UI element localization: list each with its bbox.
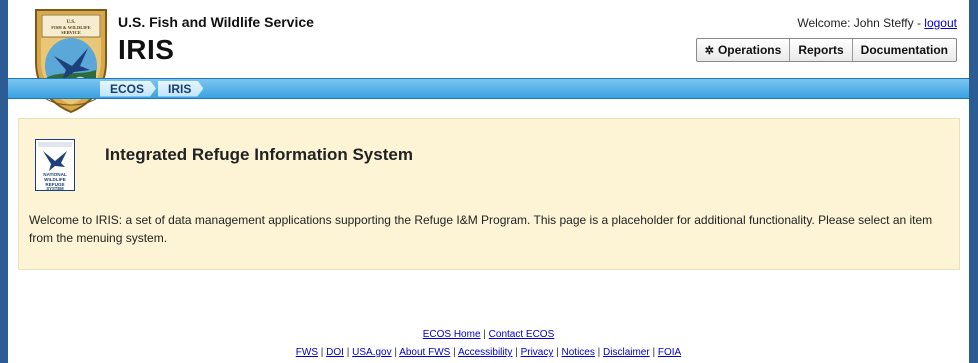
footer-link-usa-gov[interactable]: USA.gov: [352, 347, 391, 358]
documentation-menu-button[interactable]: Documentation: [851, 39, 956, 61]
footer-link-contact-ecos[interactable]: Contact ECOS: [489, 329, 555, 340]
breadcrumb-item-iris[interactable]: IRIS: [158, 81, 203, 97]
operations-label: Operations: [717, 43, 782, 57]
operations-menu-button[interactable]: ✲ Operations: [697, 39, 790, 61]
footer-link-disclaimer[interactable]: Disclaimer: [603, 347, 650, 358]
footer-link-about-fws[interactable]: About FWS: [399, 347, 450, 358]
footer: ECOS Home | Contact ECOS FWS | DOI | USA…: [8, 326, 969, 362]
reports-menu-button[interactable]: Reports: [789, 39, 851, 61]
nwrs-logo-icon: NATIONAL WILDLIFE REFUGE SYSTEM: [35, 139, 75, 191]
page-title: Integrated Refuge Information System: [105, 145, 413, 164]
svg-text:SERVICE: SERVICE: [61, 30, 81, 35]
breadcrumb-band: ECOS IRIS: [8, 78, 969, 99]
gear-icon: ✲: [704, 44, 714, 57]
breadcrumb: ECOS IRIS: [100, 80, 205, 97]
footer-link-fws[interactable]: FWS: [296, 347, 318, 358]
footer-link-foia[interactable]: FOIA: [658, 347, 681, 358]
welcome-text: Welcome: John Steffy -: [797, 16, 925, 30]
svg-text:SYSTEM: SYSTEM: [46, 186, 64, 191]
content-panel: NATIONAL WILDLIFE REFUGE SYSTEM Integrat…: [18, 118, 960, 270]
footer-row-primary: ECOS Home | Contact ECOS: [422, 329, 555, 340]
app-title: IRIS: [118, 34, 175, 65]
welcome-bar: Welcome: John Steffy - logout: [797, 16, 957, 30]
reports-label: Reports: [798, 43, 844, 57]
footer-link-doi[interactable]: DOI: [326, 347, 344, 358]
footer-link-privacy[interactable]: Privacy: [521, 347, 554, 358]
documentation-label: Documentation: [860, 43, 948, 57]
footer-link-ecos-home[interactable]: ECOS Home: [423, 329, 481, 340]
logout-link[interactable]: logout: [924, 16, 957, 30]
footer-link-notices[interactable]: Notices: [562, 347, 595, 358]
main-menu: ✲ Operations Reports Documentation: [695, 38, 957, 62]
intro-text: Welcome to IRIS: a set of data managemen…: [29, 213, 933, 245]
agency-name: U.S. Fish and Wildlife Service: [118, 14, 314, 30]
footer-link-accessibility[interactable]: Accessibility: [458, 347, 512, 358]
footer-row-secondary: FWS | DOI | USA.gov | About FWS | Access…: [295, 347, 682, 358]
breadcrumb-item-ecos[interactable]: ECOS: [100, 81, 156, 97]
page: U.S. FISH & WILDLIFE SERVICE U.S. Fish a…: [8, 0, 969, 363]
